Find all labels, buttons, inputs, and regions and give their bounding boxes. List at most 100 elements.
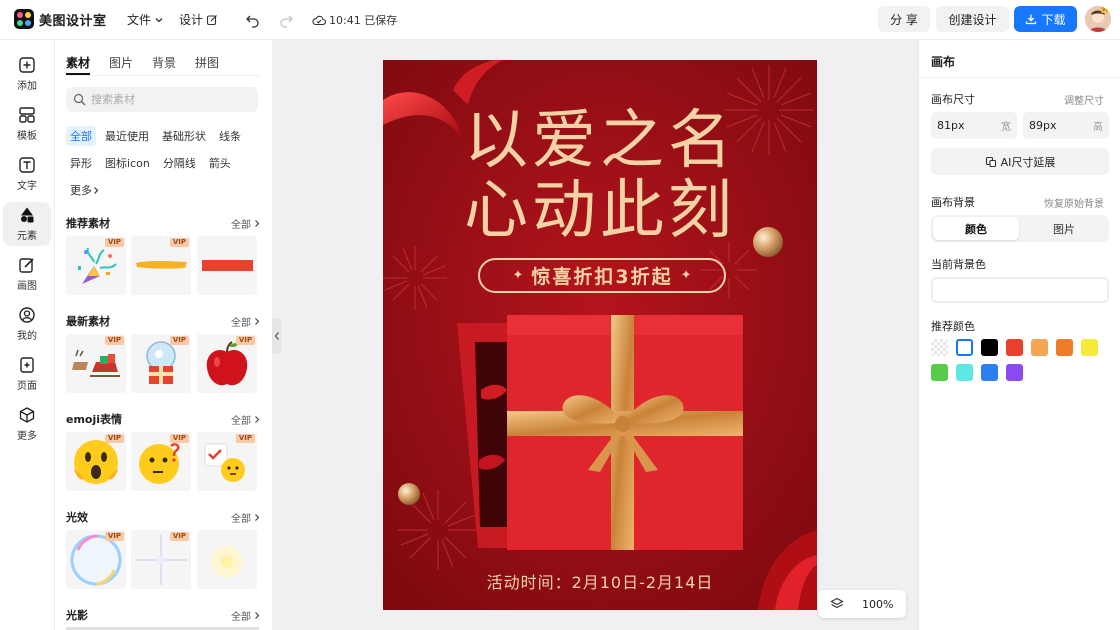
vip-badge: VIP (235, 336, 255, 345)
rail-item-template[interactable]: 模板 (3, 102, 51, 146)
poster-event-date[interactable]: 活动时间：2月10日-2月14日 (383, 569, 817, 593)
tab-collage[interactable]: 拼图 (195, 54, 219, 71)
canvas-size-label: 画布尺寸 (931, 93, 975, 106)
tab-images[interactable]: 图片 (109, 54, 133, 71)
edit-icon (206, 14, 217, 25)
section-all-link[interactable]: 全部 (231, 216, 261, 231)
swatch-light-orange[interactable] (1031, 339, 1048, 356)
section-all-link[interactable]: 全部 (231, 412, 261, 427)
template-icon (19, 107, 35, 123)
cloud-check-icon (312, 15, 326, 26)
plus-square-icon (19, 57, 35, 73)
chip-basic-shapes[interactable]: 基础形状 (158, 126, 210, 146)
download-button[interactable]: 下载 (1014, 6, 1077, 32)
material-search[interactable] (66, 87, 258, 112)
collapse-panel-button[interactable] (272, 318, 282, 354)
vip-badge: VIP (104, 434, 124, 443)
rail-item-elements[interactable]: 元素 (3, 202, 51, 246)
poster-discount-banner[interactable]: ✦ 惊喜折扣3折起 ✦ (478, 258, 726, 293)
width-field[interactable]: 81px 宽 (931, 112, 1017, 139)
swatch-green[interactable] (931, 364, 948, 381)
swatch-black[interactable] (981, 339, 998, 356)
swatch-yellow[interactable] (1081, 339, 1098, 356)
material-item-shocked-emoji[interactable]: VIP (66, 432, 126, 491)
save-status: 10:41 已保存 (312, 12, 397, 28)
height-value: 89px (1029, 119, 1057, 132)
undo-icon[interactable] (245, 12, 261, 28)
file-menu-label: 文件 (127, 13, 152, 27)
swatch-orange[interactable] (1056, 339, 1073, 356)
bg-type-toggle: 颜色 图片 (931, 215, 1109, 242)
ai-resize-icon (985, 156, 996, 167)
tab-backgrounds[interactable]: 背景 (152, 54, 176, 71)
material-item-thinking-emoji[interactable]: VIP (131, 432, 191, 491)
rail-label: 画图 (17, 281, 37, 292)
chip-lines[interactable]: 线条 (215, 126, 245, 146)
seg-color[interactable]: 颜色 (933, 217, 1019, 240)
search-input[interactable] (91, 93, 251, 106)
vip-badge: VIP (235, 434, 255, 443)
rail-label: 我的 (17, 331, 37, 342)
app-logo[interactable]: 美图设计室 (14, 9, 107, 29)
swatch-purple[interactable] (1006, 364, 1023, 381)
rail-item-more[interactable]: 更多 (3, 402, 51, 446)
zoom-control[interactable]: 100% (818, 590, 906, 618)
vip-badge: VIP (169, 238, 189, 247)
chip-icons[interactable]: 图标icon (101, 153, 154, 173)
canvas-bg-label: 画布背景 (931, 196, 975, 209)
design-poster[interactable]: 以爱之名 心动此刻 ✦ 惊喜折扣3折起 ✦ 活动时间：2月10日-2月14日 (383, 60, 817, 610)
vip-badge: VIP (169, 336, 189, 345)
recommended-colors-label: 推荐颜色 (931, 320, 975, 333)
vip-badge: VIP (104, 532, 124, 541)
file-menu[interactable]: 文件 (127, 11, 164, 28)
design-menu[interactable]: 设计 (179, 11, 218, 28)
zoom-value[interactable]: 100% (862, 598, 893, 611)
material-item-apple[interactable]: VIP (197, 334, 257, 393)
material-item-bubble[interactable]: VIP (66, 530, 126, 589)
chip-more[interactable]: 更多 (66, 180, 104, 200)
tab-material[interactable]: 素材 (66, 54, 90, 71)
material-item-glow[interactable] (197, 530, 257, 589)
swatch-red[interactable] (1006, 339, 1023, 356)
avatar[interactable]: VIP (1085, 6, 1111, 32)
material-item-rectangle[interactable] (197, 236, 257, 295)
layers-icon[interactable] (830, 597, 844, 611)
section-all-link[interactable]: 全部 (231, 314, 261, 329)
chip-recent[interactable]: 最近使用 (101, 126, 153, 146)
seg-image[interactable]: 图片 (1021, 217, 1107, 240)
section-all-link[interactable]: 全部 (231, 510, 261, 525)
poster-headline-1[interactable]: 以爱之名 (383, 104, 817, 178)
poster-headline-2[interactable]: 心动此刻 (383, 174, 817, 248)
chip-irregular[interactable]: 异形 (66, 153, 96, 173)
rail-item-pages[interactable]: 页面 (3, 352, 51, 396)
ai-resize-button[interactable]: AI尺寸延展 (931, 148, 1109, 175)
chip-all[interactable]: 全部 (66, 126, 96, 146)
chip-arrows[interactable]: 箭头 (205, 153, 235, 173)
redo-icon[interactable] (278, 12, 294, 28)
swatch-white[interactable] (956, 339, 973, 356)
height-field[interactable]: 89px 高 (1023, 112, 1109, 139)
create-design-button[interactable]: 创建设计 (936, 6, 1009, 32)
material-item-snowglobe[interactable]: VIP (131, 334, 191, 393)
swatch-cyan[interactable] (956, 364, 973, 381)
share-button[interactable]: 分 享 (878, 6, 930, 32)
chip-more-label: 更多 (70, 184, 92, 197)
restore-bg-link[interactable]: 恢复原始背景 (1044, 195, 1104, 210)
all-label: 全部 (231, 612, 251, 623)
section-all-link[interactable]: 全部 (231, 608, 261, 623)
rail-item-draw[interactable]: 画图 (3, 252, 51, 296)
material-item-calendar-emoji[interactable]: VIP (197, 432, 257, 491)
chip-dividers[interactable]: 分隔线 (159, 153, 200, 173)
material-item-confetti[interactable]: VIP (66, 236, 126, 295)
resize-link[interactable]: 调整尺寸 (1064, 92, 1104, 107)
rail-item-text[interactable]: 文字 (3, 152, 51, 196)
rail-item-mine[interactable]: 我的 (3, 302, 51, 346)
current-bg-color-field[interactable] (931, 277, 1109, 303)
material-item-flare[interactable]: VIP (131, 530, 191, 589)
rail-item-add[interactable]: 添加 (3, 52, 51, 96)
material-item-reindeer[interactable]: VIP (66, 334, 126, 393)
material-item-brush[interactable]: VIP (131, 236, 191, 295)
swatch-blue[interactable] (981, 364, 998, 381)
swatch-transparent[interactable] (931, 339, 948, 356)
left-rail: 添加 模板 文字 元素 画图 我的 页面 更多 (0, 40, 55, 630)
